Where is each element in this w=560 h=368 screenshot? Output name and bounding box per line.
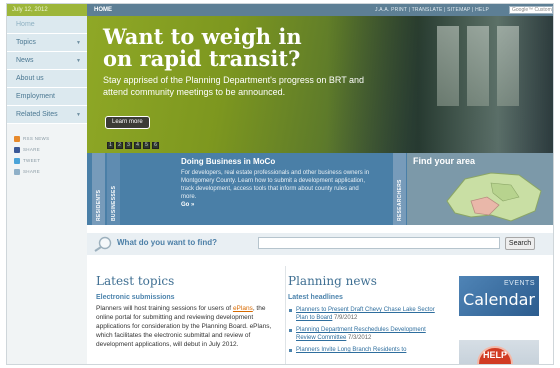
chevron-down-icon: ▼ <box>76 112 81 118</box>
learn-more-button[interactable]: Learn more <box>105 116 150 129</box>
help-promo[interactable]: HELP <box>459 340 539 364</box>
social-label: SHARE <box>23 147 41 152</box>
sidebar-item-label: News <box>16 57 34 64</box>
utility-links[interactable]: J.A.A. PRINT | TRANSLATE | SITEMAP | HEL… <box>375 4 489 16</box>
headline-date: 7/9/2012 <box>334 315 358 321</box>
search-input[interactable] <box>258 237 500 249</box>
social-link-share[interactable]: SHARE <box>14 166 87 177</box>
hero-banner: Want to weigh in on rapid transit? Stay … <box>87 16 553 153</box>
latest-topics-subhead[interactable]: Electronic submissions <box>96 294 278 301</box>
help-label: HELP <box>482 350 507 360</box>
planning-news-title: Planning news <box>288 274 377 288</box>
tab-researchers-label: RESEARCHERS <box>397 179 403 221</box>
sidebar-item-label: About us <box>16 75 44 82</box>
top-bar: July 12, 2012 HOME J.A.A. PRINT | TRANSL… <box>7 4 553 16</box>
headline-link[interactable]: Planners Invite Long Branch Residents to <box>296 347 406 353</box>
slide-dot[interactable]: 3 <box>125 142 132 149</box>
current-date: July 12, 2012 <box>7 4 87 16</box>
events-label: EVENTS <box>503 280 535 287</box>
home-link[interactable]: HOME <box>94 4 112 16</box>
rss-icon <box>14 135 20 142</box>
list-item: Planners Invite Long Branch Residents to <box>288 346 438 354</box>
tab-businesses[interactable]: BUSINESSES <box>107 153 120 225</box>
tab-residents-label: RESIDENTS <box>96 189 102 221</box>
slide-dot[interactable]: 5 <box>143 142 150 149</box>
page: July 12, 2012 HOME J.A.A. PRINT | TRANSL… <box>6 3 554 365</box>
sidebar-item-label: Topics <box>16 39 36 46</box>
latest-text-1: Planners will host training sessions for… <box>96 305 233 312</box>
sidebar-nav: Home Topics ▼ News ▼ About us Employment Relate… <box>7 16 87 124</box>
eplans-link[interactable]: ePlans <box>233 305 253 312</box>
list-item: Planners to Present Draft Chevy Chase La… <box>288 306 438 322</box>
chevron-down-icon: ▼ <box>76 40 81 46</box>
tab-businesses-label: BUSINESSES <box>111 185 117 221</box>
search-button[interactable]: Search <box>505 237 535 250</box>
slide-pager: 123456 <box>107 142 159 149</box>
hero-headline: Want to weigh in on rapid transit? <box>103 26 403 70</box>
sidebar-item-related-sites[interactable]: Related Sites ▼ <box>7 106 87 124</box>
tab-researchers[interactable]: RESEARCHERS <box>393 153 406 225</box>
social-link-share[interactable]: SHARE <box>14 144 87 155</box>
social-label: TWEET <box>23 158 41 163</box>
hero-body: Stay apprised of the Planning Department… <box>103 75 365 97</box>
sidebar-item-label: Employment <box>16 93 55 100</box>
social-link-tweet[interactable]: TWEET <box>14 155 87 166</box>
headline-link[interactable]: Planners to Present Draft Chevy Chase La… <box>296 307 435 321</box>
latest-topics-body: Planners will host training sessions for… <box>96 304 278 349</box>
latest-topics: Latest topics Electronic submissions Pla… <box>96 274 278 349</box>
strip-body-text: For developers, real estate professional… <box>181 170 370 200</box>
sidebar-item-home[interactable]: Home <box>7 16 87 34</box>
column-divider <box>285 266 286 364</box>
site-search-input[interactable]: Google™ Custom Search <box>509 6 553 14</box>
strip-body: For developers, real estate professional… <box>181 169 371 209</box>
social-link-rss-news[interactable]: RSS NEWS <box>14 133 87 144</box>
tab-residents[interactable]: RESIDENTS <box>92 153 105 225</box>
slide-dot[interactable]: 6 <box>152 142 159 149</box>
site-search-band: What do you want to find? Search <box>87 233 553 255</box>
slide-dot[interactable]: 1 <box>107 142 114 149</box>
slide-dot[interactable]: 4 <box>134 142 141 149</box>
sidebar-item-news[interactable]: News ▼ <box>7 52 87 70</box>
sidebar-item-topics[interactable]: Topics ▼ <box>7 34 87 52</box>
strip-go-link[interactable]: Go » <box>181 202 194 208</box>
list-item: Planning Department Reschedules Developm… <box>288 326 438 342</box>
headline-date: 7/3/2012 <box>348 335 372 341</box>
calendar-label: Calendar <box>463 290 535 309</box>
headline-list: Planners to Present Draft Chevy Chase La… <box>288 306 438 354</box>
sidebar-item-label: Related Sites <box>16 111 58 118</box>
social-label: RSS NEWS <box>23 136 50 141</box>
planning-news-subhead: Latest headlines <box>288 294 343 301</box>
twitter-icon <box>14 157 20 164</box>
sidebar: Home Topics ▼ News ▼ About us Employment Relate… <box>7 16 87 364</box>
facebook-icon <box>14 146 20 153</box>
train-window <box>497 26 519 106</box>
find-your-area-panel[interactable]: Find your area <box>407 153 553 225</box>
strip-heading: Doing Business in MoCo <box>181 157 276 166</box>
search-prompt: What do you want to find? <box>117 238 217 247</box>
share-icon <box>14 168 20 175</box>
planning-news: Planning news Latest headlines Planners … <box>288 274 438 358</box>
sidebar-item-about-us[interactable]: About us <box>7 70 87 88</box>
chevron-down-icon: ▼ <box>76 58 81 64</box>
slide-dot[interactable]: 2 <box>116 142 123 149</box>
latest-topics-title: Latest topics <box>96 274 175 288</box>
hero-headline-line-2: on rapid transit? <box>103 46 301 71</box>
sidebar-item-label: Home <box>16 21 35 28</box>
train-window <box>467 26 489 106</box>
events-calendar-promo[interactable]: EVENTS Calendar <box>459 276 539 316</box>
magnifier-icon <box>94 236 112 252</box>
social-links: RSS NEWS SHARE TWEET SHARE <box>7 124 87 177</box>
train-window <box>437 26 459 106</box>
sidebar-item-employment[interactable]: Employment <box>7 88 87 106</box>
audience-strip: RESIDENTS BUSINESSES Doing Business in M… <box>87 153 553 225</box>
county-map-icon <box>446 172 542 222</box>
social-label: SHARE <box>23 169 41 174</box>
